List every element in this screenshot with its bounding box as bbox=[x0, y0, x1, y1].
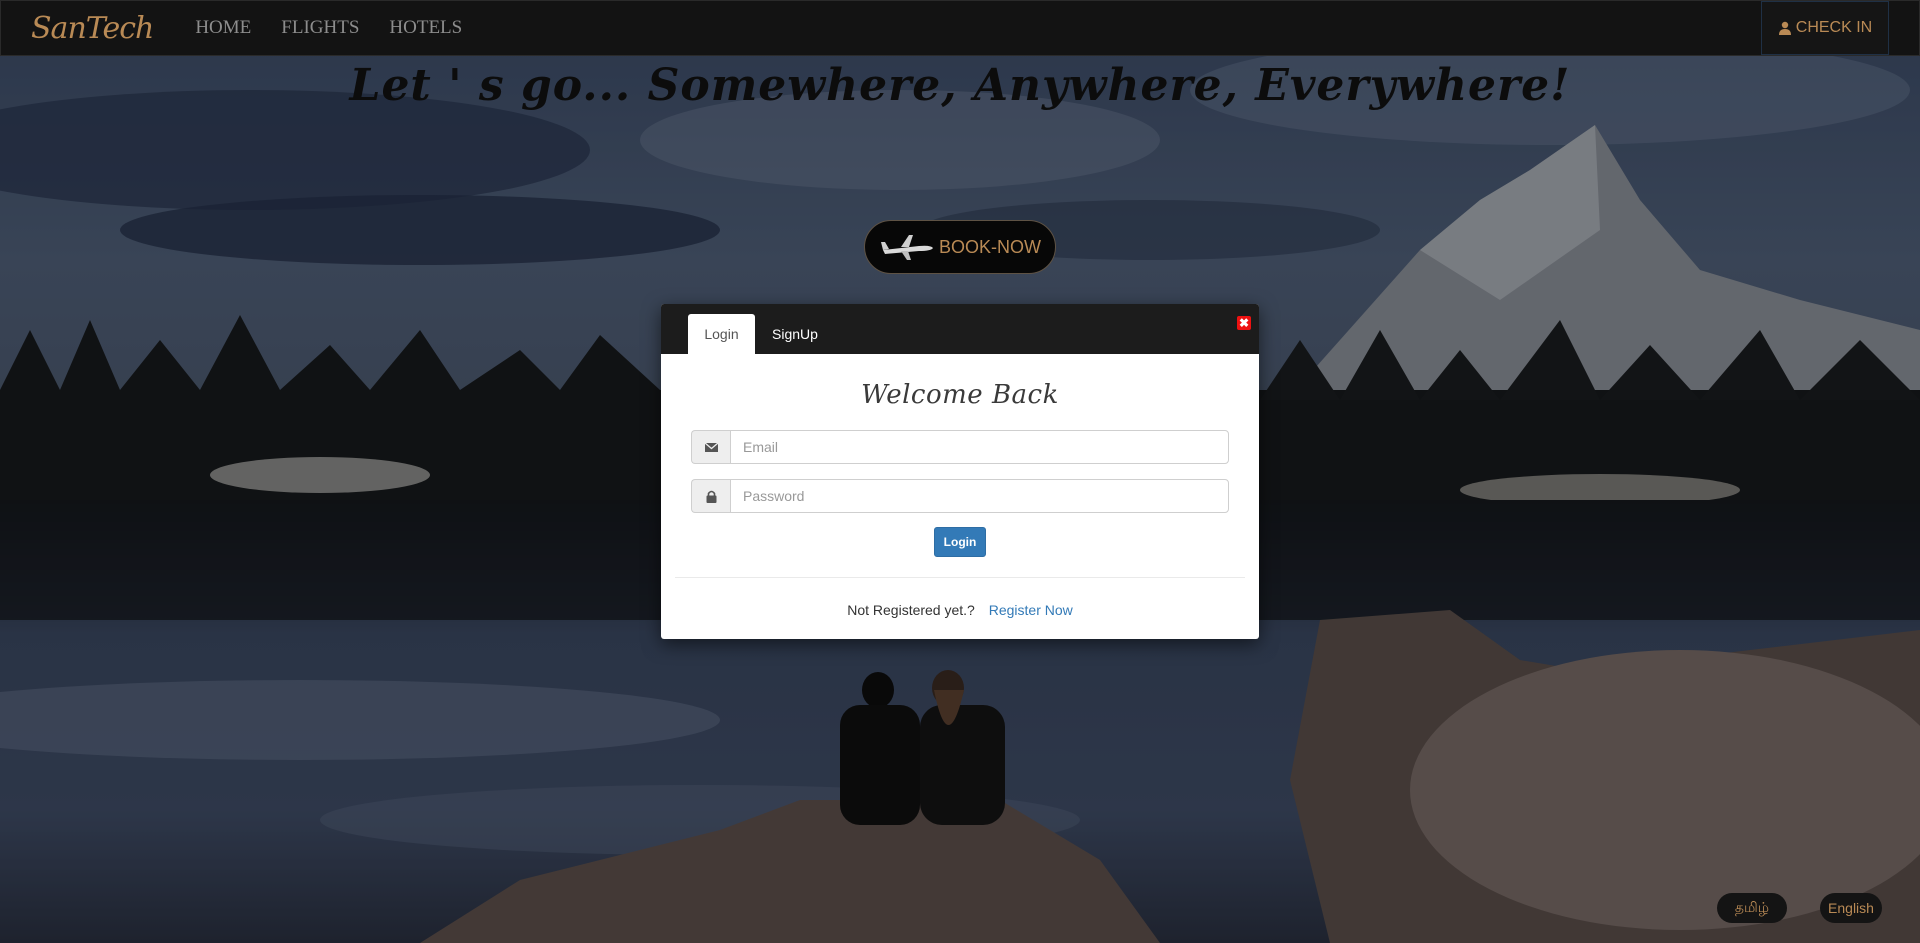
user-icon bbox=[1778, 21, 1791, 35]
modal-header: Login SignUp ✖ bbox=[661, 304, 1259, 354]
email-input-group bbox=[691, 430, 1229, 464]
tab-login[interactable]: Login bbox=[688, 314, 755, 354]
check-in-label: CHECK IN bbox=[1795, 19, 1873, 36]
password-input[interactable] bbox=[730, 479, 1229, 513]
language-tamil-button[interactable]: தமிழ் bbox=[1717, 893, 1787, 923]
login-modal: Login SignUp ✖ Welcome Back Login Not Re… bbox=[661, 304, 1259, 639]
register-now-link[interactable]: Register Now bbox=[989, 602, 1073, 618]
book-now-label: BOOK-NOW bbox=[939, 236, 1041, 257]
modal-divider bbox=[675, 577, 1245, 578]
register-prompt: Not Registered yet.? Register Now bbox=[661, 602, 1259, 618]
password-input-group bbox=[691, 479, 1229, 513]
close-icon[interactable]: ✖ bbox=[1237, 316, 1251, 330]
login-submit-button[interactable]: Login bbox=[934, 527, 986, 557]
nav-flights-link[interactable]: FLIGHTS bbox=[281, 17, 359, 39]
top-navbar: SanTech HOME FLIGHTS HOTELS CHECK IN bbox=[0, 0, 1920, 56]
hero-headline: Let ' s go... Somewhere, Anywhere, Every… bbox=[349, 60, 1571, 111]
tab-signup[interactable]: SignUp bbox=[760, 314, 830, 354]
not-registered-text: Not Registered yet.? bbox=[847, 602, 975, 618]
lock-icon bbox=[691, 479, 730, 513]
email-input[interactable] bbox=[730, 430, 1229, 464]
book-now-button[interactable]: BOOK-NOW bbox=[864, 220, 1056, 274]
brand-logo[interactable]: SanTech bbox=[31, 11, 154, 46]
modal-title: Welcome Back bbox=[861, 380, 1059, 410]
envelope-icon bbox=[691, 430, 730, 464]
check-in-button[interactable]: CHECK IN bbox=[1761, 1, 1889, 55]
nav-hotels-link[interactable]: HOTELS bbox=[389, 17, 462, 39]
language-english-button[interactable]: English bbox=[1820, 893, 1882, 923]
nav-home-link[interactable]: HOME bbox=[195, 17, 251, 39]
airplane-icon bbox=[881, 235, 933, 260]
